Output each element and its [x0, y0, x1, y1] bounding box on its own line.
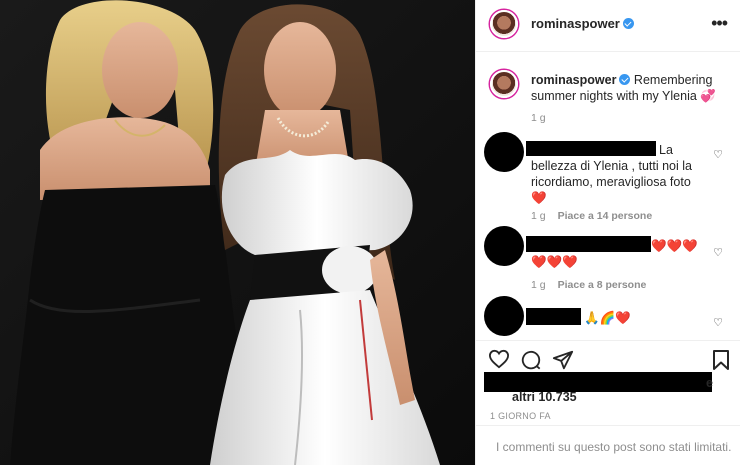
photo-illustration: [0, 0, 475, 465]
comment-like-icon[interactable]: ♡: [713, 316, 723, 329]
redacted-avatar[interactable]: [484, 132, 524, 172]
left-face: [102, 22, 178, 118]
author-avatar[interactable]: [490, 10, 518, 38]
redacted-avatar[interactable]: [484, 226, 524, 266]
verified-badge-icon: [622, 18, 634, 29]
comment-meta: 1 g Piace a 14 persone: [531, 210, 652, 222]
redacted-likers: [484, 372, 712, 392]
comment-likes[interactable]: Piace a 8 persone: [558, 279, 647, 291]
post-sidebar: rominaspower ••• rominaspower Rememberin…: [475, 0, 740, 465]
comment-age: 1 g: [531, 279, 546, 291]
post-header: rominaspower •••: [476, 0, 740, 52]
comment-text: ❤️❤️❤️: [651, 239, 698, 253]
bookmark-icon[interactable]: [712, 349, 730, 371]
redacted-avatar[interactable]: [484, 296, 524, 336]
comment-icon[interactable]: [520, 349, 542, 371]
comment-text-continued: ❤️❤️❤️: [531, 255, 578, 269]
comment-likes[interactable]: Piace a 14 persone: [558, 210, 653, 222]
author-username-text[interactable]: rominaspower: [531, 16, 620, 31]
redacted-username: [526, 308, 581, 325]
comment-age: 1 g: [531, 210, 546, 222]
likes-suffix: e: [706, 376, 713, 390]
verified-badge-icon: [619, 74, 631, 85]
caption-text: rominaspower Remembering summer nights w…: [531, 72, 731, 104]
author-username[interactable]: rominaspower: [531, 16, 634, 31]
redacted-username: [526, 236, 651, 252]
post-timestamp[interactable]: 1 GIORNO FA: [490, 411, 551, 421]
black-dress: [10, 185, 250, 465]
more-options-icon[interactable]: •••: [711, 13, 728, 34]
caption-age: 1 g: [531, 112, 546, 124]
caption-username[interactable]: rominaspower: [531, 73, 616, 87]
comment-like-icon[interactable]: ♡: [713, 148, 723, 161]
comment-meta: 1 g Piace a 8 persone: [531, 279, 646, 291]
right-face: [264, 22, 336, 118]
comments-limited-notice: I commenti su questo post sono stati lim…: [476, 425, 740, 465]
caption-avatar[interactable]: [490, 70, 518, 98]
white-ruffles: [221, 150, 413, 255]
caption-emoji: 💞: [700, 89, 716, 103]
likes-summary[interactable]: e altri 10.735: [476, 372, 740, 404]
post-photo[interactable]: [0, 0, 475, 465]
heart-icon[interactable]: [488, 349, 510, 369]
likes-count[interactable]: altri 10.735: [512, 390, 577, 404]
comment-like-icon[interactable]: ♡: [713, 246, 723, 259]
paper-plane-icon[interactable]: [552, 349, 574, 371]
comment-text: La bellezza di Ylenia , tutti noi la ric…: [531, 143, 692, 205]
